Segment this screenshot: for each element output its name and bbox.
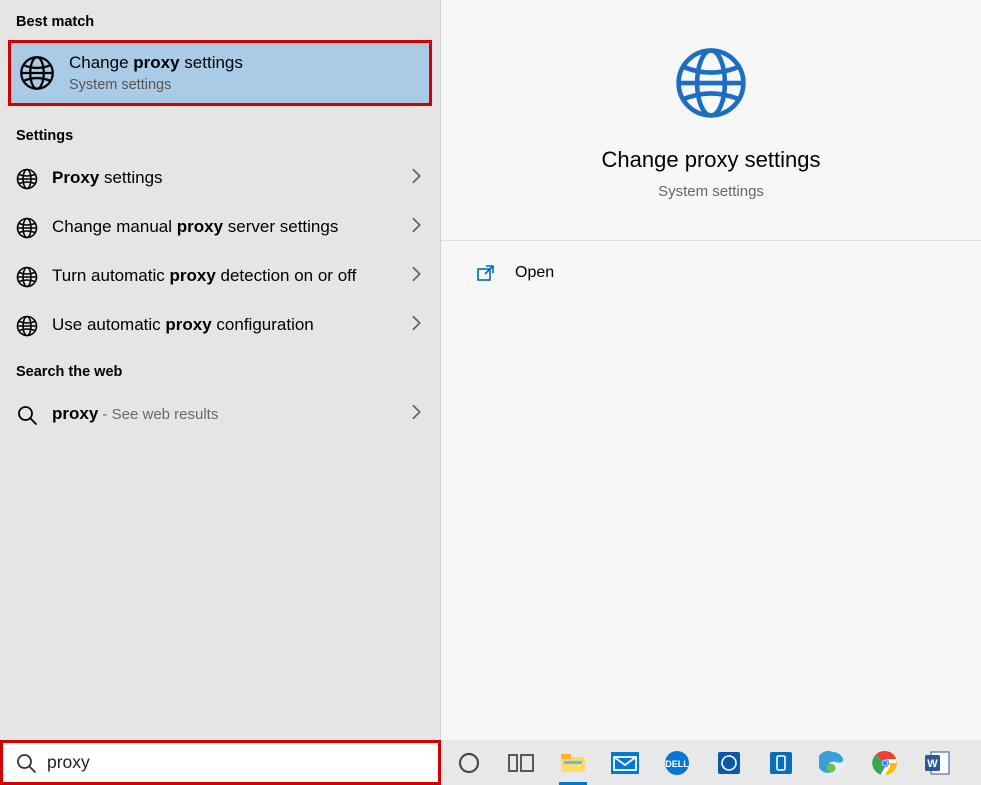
search-results-panel: Best match Change proxy settings System … [0, 0, 441, 740]
section-settings: Settings [0, 114, 440, 154]
cortana-icon[interactable] [449, 740, 489, 785]
best-match-title: Change proxy settings [69, 53, 243, 73]
settings-result-proxy-settings[interactable]: Proxy settings [0, 154, 440, 203]
open-action[interactable]: Open [441, 241, 981, 283]
dell-update-icon[interactable] [709, 740, 749, 785]
preview-panel: Change proxy settings System settings Op… [441, 0, 981, 740]
taskbar-search-box[interactable] [0, 740, 441, 785]
chevron-right-icon [408, 402, 426, 427]
best-match-subtitle: System settings [69, 77, 243, 93]
chevron-right-icon [408, 166, 426, 191]
edge-icon[interactable] [813, 740, 853, 785]
taskbar-apps: DELL W [441, 740, 981, 785]
mail-icon[interactable] [605, 740, 645, 785]
dell-mobile-icon[interactable] [761, 740, 801, 785]
globe-icon [16, 315, 38, 337]
chevron-right-icon [408, 215, 426, 240]
chevron-right-icon [408, 313, 426, 338]
open-label: Open [515, 264, 554, 282]
result-label: Turn automatic proxy detection on or off [52, 265, 408, 288]
section-best-match: Best match [0, 0, 440, 40]
chrome-icon[interactable] [865, 740, 905, 785]
result-label: Use automatic proxy configuration [52, 314, 408, 337]
search-icon [15, 752, 37, 774]
settings-result-manual-proxy[interactable]: Change manual proxy server settings [0, 203, 440, 252]
globe-icon [674, 46, 748, 125]
dell-icon[interactable]: DELL [657, 740, 697, 785]
file-explorer-icon[interactable] [553, 740, 593, 785]
globe-icon [16, 168, 38, 190]
search-icon [16, 404, 38, 426]
svg-text:W: W [927, 758, 938, 770]
word-icon[interactable]: W [917, 740, 957, 785]
result-label: proxy - See web results [52, 403, 408, 426]
settings-result-auto-proxy-config[interactable]: Use automatic proxy configuration [0, 301, 440, 350]
task-view-icon[interactable] [501, 740, 541, 785]
globe-icon [16, 217, 38, 239]
preview-header: Change proxy settings System settings [441, 0, 981, 241]
preview-subtitle: System settings [658, 183, 764, 200]
settings-result-auto-proxy-detection[interactable]: Turn automatic proxy detection on or off [0, 252, 440, 301]
globe-icon [16, 266, 38, 288]
result-label: Change manual proxy server settings [52, 216, 408, 239]
preview-title: Change proxy settings [602, 147, 821, 173]
open-icon [475, 263, 497, 283]
section-search-web: Search the web [0, 350, 440, 390]
globe-icon [19, 55, 55, 91]
web-result-proxy[interactable]: proxy - See web results [0, 390, 440, 439]
taskbar: DELL W [0, 740, 981, 785]
search-input[interactable] [47, 752, 430, 773]
result-label: Proxy settings [52, 167, 408, 190]
svg-text:DELL: DELL [665, 759, 689, 769]
chevron-right-icon [408, 264, 426, 289]
best-match-change-proxy-settings[interactable]: Change proxy settings System settings [8, 40, 432, 106]
